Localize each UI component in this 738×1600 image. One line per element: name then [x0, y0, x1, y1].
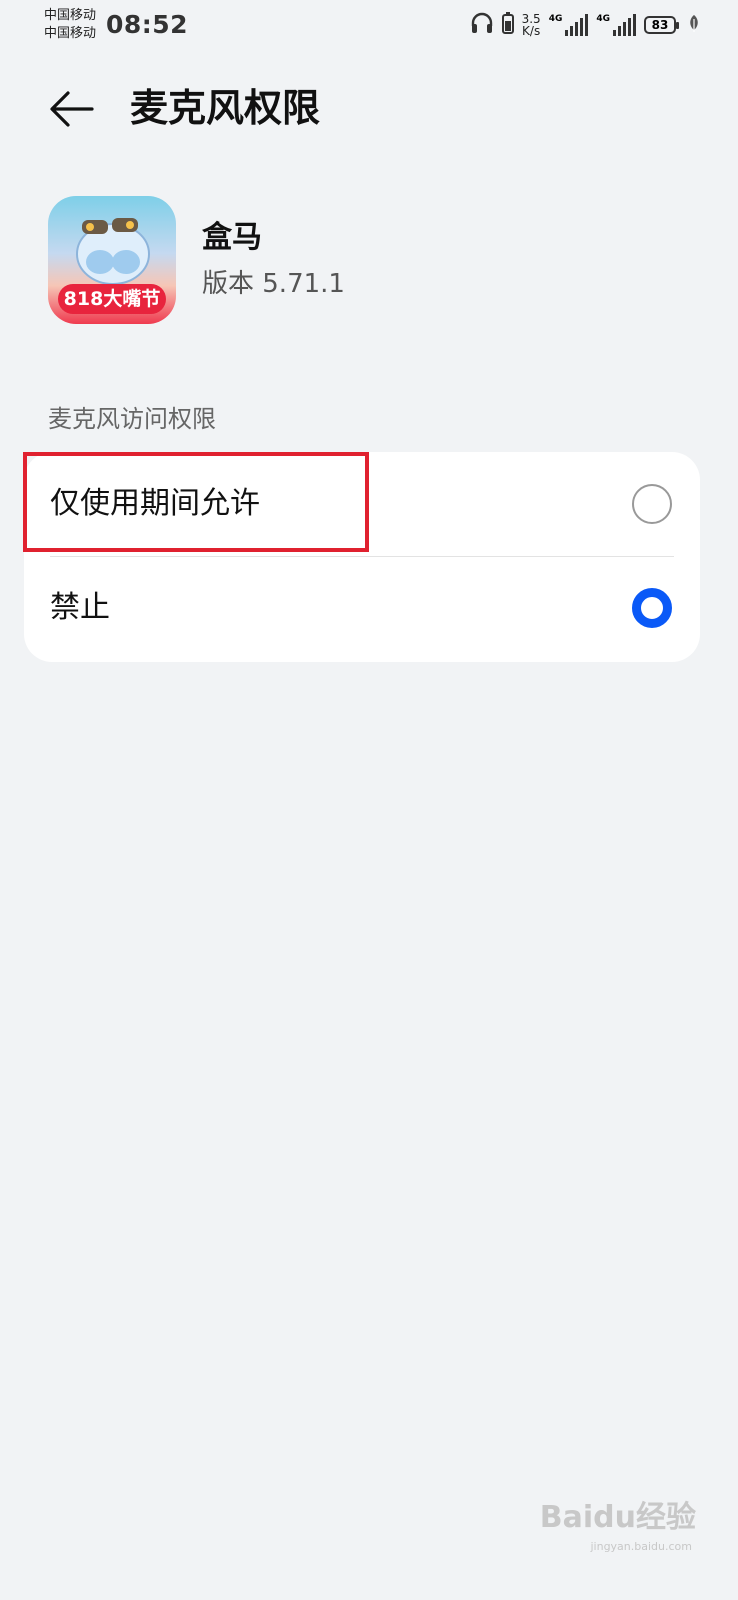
arrow-left-icon	[44, 91, 98, 140]
option-deny[interactable]: 禁止	[24, 556, 700, 660]
status-time: 08:52	[106, 10, 189, 39]
carrier-names: 中国移动 中国移动	[44, 7, 96, 43]
app-icon-banner: 818大嘴节	[58, 284, 166, 314]
battery-saver-icon	[501, 12, 514, 38]
signal-2-label: 4G	[596, 14, 610, 24]
leaf-icon	[688, 14, 700, 36]
watermark: Baidu经验	[539, 1500, 696, 1535]
status-bar: 中国移动 中国移动 08:52 3.5 K/s 4G 4G 83	[0, 0, 738, 48]
carrier-2: 中国移动	[44, 26, 97, 41]
headphones-icon	[470, 12, 494, 38]
signal-icon: 4G	[549, 14, 589, 36]
page-title: 麦克风权限	[130, 86, 321, 130]
network-speed: 3.5 K/s	[522, 13, 541, 37]
back-button[interactable]	[44, 82, 98, 136]
option-label: 仅使用期间允许	[50, 486, 260, 521]
carrier-1: 中国移动	[44, 8, 97, 23]
status-icons: 3.5 K/s 4G 4G 83	[470, 10, 700, 40]
watermark-sub: jingyan.baidu.com	[590, 1540, 692, 1553]
hippo-mascot-icon	[72, 210, 154, 290]
section-label: 麦克风访问权限	[48, 405, 216, 433]
app-name: 盒马	[202, 220, 262, 255]
battery-icon: 83	[644, 16, 679, 34]
app-version: 版本 5.71.1	[202, 269, 345, 299]
option-allow-while-using[interactable]: 仅使用期间允许	[24, 452, 700, 556]
signal-icon-2: 4G	[596, 14, 636, 36]
option-label: 禁止	[50, 590, 110, 625]
radio-checked-icon[interactable]	[632, 588, 672, 628]
permission-options-card: 仅使用期间允许 禁止	[24, 452, 700, 662]
signal-1-label: 4G	[548, 14, 563, 24]
battery-level: 83	[651, 18, 669, 32]
radio-unchecked-icon[interactable]	[632, 484, 672, 524]
net-speed-unit: K/s	[522, 24, 541, 38]
app-icon: 818大嘴节	[48, 196, 176, 324]
